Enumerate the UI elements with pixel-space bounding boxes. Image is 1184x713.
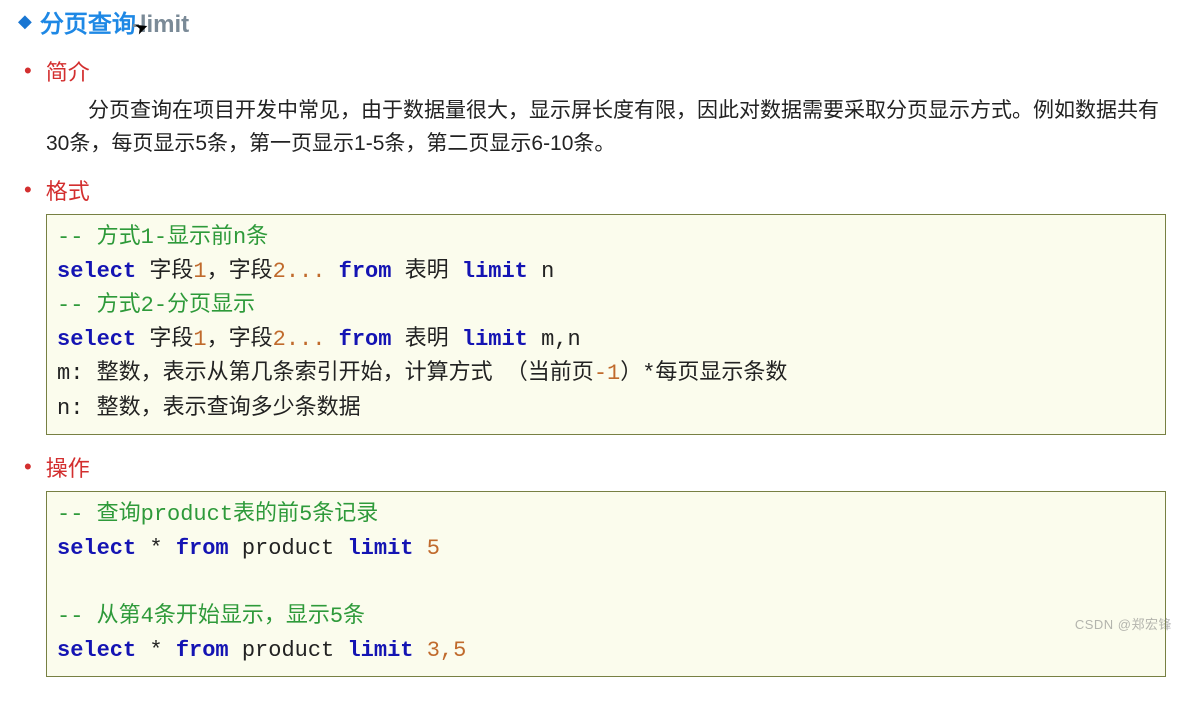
code-keyword: limit [347,638,413,663]
code-text: product [229,536,348,561]
code-text: 字段 [136,259,193,284]
code-number: 5 [427,536,440,561]
op-heading-row: • 操作 [24,451,1166,483]
code-keyword: from [176,638,229,663]
op-heading: 操作 [46,451,90,483]
code-keyword: select [57,327,136,352]
code-keyword: limit [347,536,413,561]
section-intro: • 简介 分页查询在项目开发中常见，由于数据量很大，显示屏长度有限，因此对数据需… [24,55,1166,160]
code-number: 2... [273,259,339,284]
bullet-dot-icon: • [24,456,32,478]
bullet-dot-icon: • [24,179,32,201]
code-comment: -- 查询product表的前5条记录 [57,502,378,527]
code-text: n [528,259,554,284]
code-text [413,536,426,561]
code-keyword: limit [462,259,528,284]
code-keyword: select [57,536,136,561]
code-number: 3,5 [427,638,467,663]
code-text: ）*每页显示条数 [620,361,787,386]
watermark: CSDN @郑宏锋 [1075,614,1172,633]
code-keyword: from [176,536,229,561]
format-code-block: -- 方式1-显示前n条 select 字段1，字段2... from 表明 l… [46,214,1166,435]
code-comment: -- 从第4条开始显示，显示5条 [57,604,365,629]
title-main: 分页查询 [40,11,136,38]
code-text: 表明 [391,259,461,284]
section-op: • 操作 -- 查询product表的前5条记录 select * from p… [24,451,1166,677]
code-text: 表明 [391,327,461,352]
section-format: • 格式 -- 方式1-显示前n条 select 字段1，字段2... from… [24,174,1166,435]
code-text: * [136,536,176,561]
code-number: 2... [273,327,339,352]
code-number: 1 [193,259,206,284]
code-text [413,638,426,663]
bullet-dot-icon: • [24,60,32,82]
code-keyword: from [339,327,392,352]
code-keyword: select [57,259,136,284]
intro-heading: 简介 [46,55,90,87]
code-text: m,n [528,327,581,352]
code-comment: -- 方式1-显示前n条 [57,225,268,250]
format-heading: 格式 [46,174,90,206]
code-number: -1 [594,361,620,386]
code-text: ，字段 [207,259,273,284]
page-title: ◆ 分页查询-limit ➤ [18,4,1166,39]
code-keyword: from [339,259,392,284]
format-heading-row: • 格式 [24,174,1166,206]
code-comment: -- 方式2-分页显示 [57,293,255,318]
code-text: m: 整数，表示从第几条索引开始，计算方式 （当前页 [57,361,594,386]
code-text: 字段 [136,327,193,352]
op-code-block: -- 查询product表的前5条记录 select * from produc… [46,491,1166,677]
intro-paragraph: 分页查询在项目开发中常见，由于数据量很大，显示屏长度有限，因此对数据需要采取分页… [46,95,1166,160]
code-text: * [136,638,176,663]
code-text: ，字段 [207,327,273,352]
code-keyword: select [57,638,136,663]
code-keyword: limit [462,327,528,352]
diamond-bullet-icon: ◆ [18,11,32,32]
code-text: n: 整数，表示查询多少条数据 [57,396,361,421]
code-number: 1 [193,327,206,352]
code-text: product [229,638,348,663]
intro-heading-row: • 简介 [24,55,1166,87]
code-blank-line [57,570,70,595]
